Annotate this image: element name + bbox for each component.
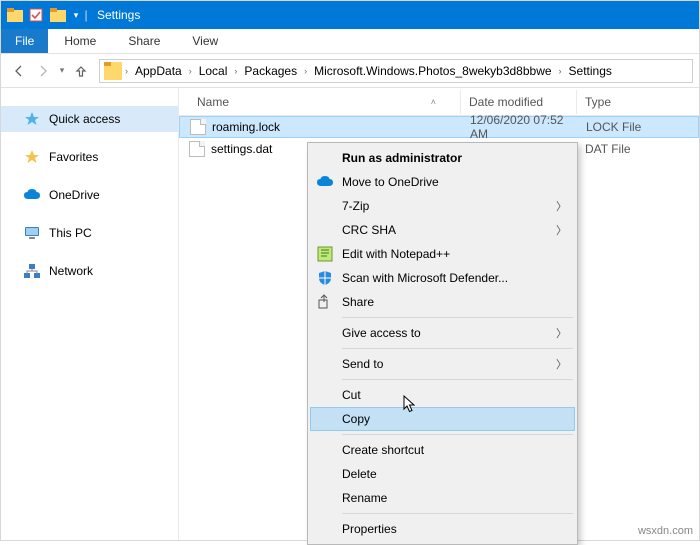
shield-icon bbox=[316, 269, 334, 287]
ctx-run-as-admin[interactable]: Run as administrator bbox=[310, 146, 575, 170]
ctx-delete[interactable]: Delete bbox=[310, 462, 575, 486]
column-header-name[interactable]: Name ˄ bbox=[179, 90, 461, 114]
sidebar-item-this-pc[interactable]: This PC bbox=[1, 220, 178, 246]
sidebar-item-label: Favorites bbox=[49, 150, 98, 164]
ctx-copy[interactable]: Copy bbox=[310, 407, 575, 431]
chevron-right-icon[interactable]: › bbox=[556, 66, 565, 76]
file-row[interactable]: roaming.lock 12/06/2020 07:52 AM LOCK Fi… bbox=[179, 116, 699, 138]
chevron-right-icon: 〉 bbox=[556, 325, 567, 341]
sidebar-item-label: Network bbox=[49, 264, 93, 278]
notepadpp-icon bbox=[316, 245, 334, 263]
cloud-icon bbox=[316, 173, 334, 191]
column-header-date[interactable]: Date modified bbox=[461, 90, 577, 114]
qat-separator: | bbox=[83, 4, 89, 26]
chevron-right-icon: 〉 bbox=[556, 222, 567, 238]
address-bar[interactable]: › AppData › Local › Packages › Microsoft… bbox=[99, 59, 693, 83]
ctx-send-to[interactable]: Send to〉 bbox=[310, 352, 575, 376]
sidebar-item-label: This PC bbox=[49, 226, 92, 240]
file-type: LOCK File bbox=[578, 120, 698, 134]
ctx-scan-defender[interactable]: Scan with Microsoft Defender... bbox=[310, 266, 575, 290]
ctx-edit-notepadpp[interactable]: Edit with Notepad++ bbox=[310, 242, 575, 266]
star-icon bbox=[23, 110, 41, 128]
file-icon bbox=[189, 141, 205, 157]
column-headers: Name ˄ Date modified Type bbox=[179, 88, 699, 116]
folder-icon bbox=[104, 62, 122, 80]
column-header-type[interactable]: Type bbox=[577, 90, 699, 114]
qat-item-2[interactable] bbox=[47, 4, 69, 26]
file-name: settings.dat bbox=[211, 142, 272, 156]
network-icon bbox=[23, 262, 41, 280]
separator bbox=[342, 513, 573, 514]
ribbon-tab-view[interactable]: View bbox=[176, 29, 234, 53]
chevron-right-icon: 〉 bbox=[556, 198, 567, 214]
file-icon bbox=[190, 119, 206, 135]
ribbon: File Home Share View bbox=[1, 29, 699, 54]
separator bbox=[342, 379, 573, 380]
breadcrumb[interactable]: Settings bbox=[565, 60, 616, 82]
ctx-share[interactable]: Share bbox=[310, 290, 575, 314]
sidebar-item-onedrive[interactable]: OneDrive bbox=[1, 182, 178, 208]
ribbon-tab-share[interactable]: Share bbox=[112, 29, 176, 53]
context-menu: Run as administrator Move to OneDrive 7-… bbox=[307, 142, 578, 545]
ctx-cut[interactable]: Cut bbox=[310, 383, 575, 407]
title-bar: ▾ | Settings bbox=[1, 1, 699, 29]
quick-access-toolbar: ▾ | bbox=[1, 1, 89, 29]
sidebar-item-favorites[interactable]: Favorites bbox=[1, 144, 178, 170]
sidebar-item-label: OneDrive bbox=[49, 188, 100, 202]
navigation-pane: Quick access Favorites OneDrive This PC … bbox=[1, 88, 179, 540]
breadcrumb[interactable]: Packages bbox=[240, 60, 301, 82]
watermark: wsxdn.com bbox=[638, 525, 693, 537]
ribbon-tab-home[interactable]: Home bbox=[48, 29, 112, 53]
up-button[interactable] bbox=[69, 59, 93, 83]
chevron-right-icon: 〉 bbox=[556, 356, 567, 372]
ctx-create-shortcut[interactable]: Create shortcut bbox=[310, 438, 575, 462]
sidebar-item-quick-access[interactable]: Quick access bbox=[1, 106, 178, 132]
window-title: Settings bbox=[97, 8, 140, 22]
separator bbox=[342, 348, 573, 349]
separator bbox=[342, 317, 573, 318]
breadcrumb[interactable]: Local bbox=[195, 60, 232, 82]
ctx-rename[interactable]: Rename bbox=[310, 486, 575, 510]
nav-bar: ▾ › AppData › Local › Packages › Microso… bbox=[1, 54, 699, 88]
star-icon bbox=[23, 148, 41, 166]
ctx-properties[interactable]: Properties bbox=[310, 517, 575, 541]
sidebar-item-label: Quick access bbox=[49, 112, 120, 126]
chevron-right-icon[interactable]: › bbox=[186, 66, 195, 76]
ctx-move-to-onedrive[interactable]: Move to OneDrive bbox=[310, 170, 575, 194]
qat-dropdown-icon[interactable]: ▾ bbox=[69, 4, 83, 26]
back-button[interactable] bbox=[7, 59, 31, 83]
monitor-icon bbox=[23, 224, 41, 242]
breadcrumb[interactable]: AppData bbox=[131, 60, 186, 82]
file-name: roaming.lock bbox=[212, 120, 280, 134]
chevron-right-icon[interactable]: › bbox=[301, 66, 310, 76]
ctx-7zip[interactable]: 7-Zip〉 bbox=[310, 194, 575, 218]
forward-button bbox=[31, 59, 55, 83]
ctx-give-access-to[interactable]: Give access to〉 bbox=[310, 321, 575, 345]
folder-icon bbox=[5, 5, 25, 25]
file-date: 12/06/2020 07:52 AM bbox=[462, 113, 578, 141]
recent-locations-button[interactable]: ▾ bbox=[55, 59, 69, 83]
chevron-right-icon[interactable]: › bbox=[122, 66, 131, 76]
qat-item-1[interactable] bbox=[25, 4, 47, 26]
cursor-icon bbox=[403, 395, 417, 415]
cloud-icon bbox=[23, 186, 41, 204]
chevron-right-icon[interactable]: › bbox=[231, 66, 240, 76]
sidebar-item-network[interactable]: Network bbox=[1, 258, 178, 284]
ribbon-file-tab[interactable]: File bbox=[1, 29, 48, 53]
breadcrumb[interactable]: Microsoft.Windows.Photos_8wekyb3d8bbwe bbox=[310, 60, 555, 82]
separator bbox=[342, 434, 573, 435]
share-icon bbox=[316, 293, 334, 311]
ctx-crc-sha[interactable]: CRC SHA〉 bbox=[310, 218, 575, 242]
sort-ascending-icon: ˄ bbox=[431, 97, 436, 107]
file-type: DAT File bbox=[577, 142, 699, 156]
